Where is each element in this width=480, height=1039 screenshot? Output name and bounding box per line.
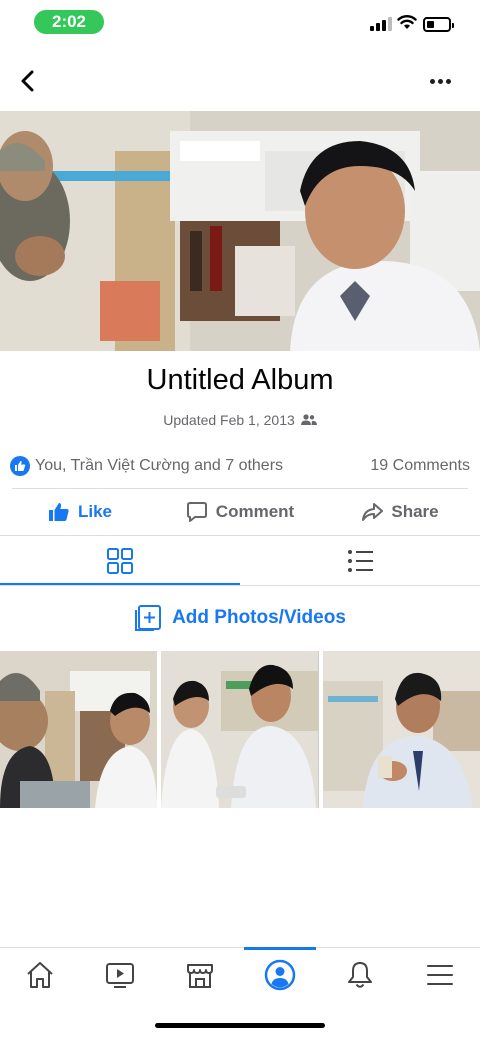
battery-icon xyxy=(423,17,454,32)
navigation-bar xyxy=(0,56,480,106)
cellular-signal-icon xyxy=(370,17,392,31)
like-icon xyxy=(48,503,69,521)
divider xyxy=(0,585,480,586)
comment-icon xyxy=(186,502,207,522)
comments-count[interactable]: 19 Comments xyxy=(370,457,470,475)
status-bar: 2:02 xyxy=(0,0,480,46)
reactions-summary[interactable]: You, Trần Việt Cường and 7 others 19 Com… xyxy=(10,452,470,480)
photo-thumbnail[interactable] xyxy=(161,651,319,808)
like-label: Like xyxy=(77,502,113,521)
like-button[interactable]: Like xyxy=(0,492,160,532)
album-cover-photo[interactable] xyxy=(0,111,480,351)
tab-notifications[interactable] xyxy=(320,948,400,1002)
watch-icon xyxy=(106,963,134,988)
home-indicator xyxy=(155,1023,325,1028)
view-tabs xyxy=(0,536,480,586)
share-label: Share xyxy=(391,502,439,521)
photo-thumbnail[interactable] xyxy=(322,651,480,808)
reactors-text[interactable]: You, Trần Việt Cường and 7 others xyxy=(35,457,283,475)
grid-view-icon xyxy=(107,548,133,574)
back-icon[interactable] xyxy=(16,68,42,94)
tab-home[interactable] xyxy=(0,948,80,1002)
comment-button[interactable]: Comment xyxy=(160,492,320,532)
photo-grid xyxy=(0,651,480,808)
tab-watch[interactable] xyxy=(80,948,160,1002)
comment-label: Comment xyxy=(215,502,295,521)
list-view-icon xyxy=(348,550,373,572)
album-updated-text: Updated Feb 1, 2013 xyxy=(163,412,295,428)
photo-thumbnail[interactable] xyxy=(0,651,158,808)
home-icon xyxy=(27,962,53,988)
profile-icon xyxy=(264,959,296,991)
share-icon xyxy=(362,503,384,521)
tab-grid-view[interactable] xyxy=(0,536,240,586)
status-time: 2:02 xyxy=(34,10,104,34)
share-button[interactable]: Share xyxy=(320,492,480,532)
album-updated-line: Updated Feb 1, 2013 xyxy=(0,412,480,428)
friends-icon xyxy=(300,414,317,425)
tab-profile[interactable] xyxy=(240,947,320,1002)
tab-menu[interactable] xyxy=(400,948,480,1002)
marketplace-icon xyxy=(187,964,213,988)
more-options-icon[interactable] xyxy=(430,72,456,90)
add-photos-videos-button[interactable]: Add Photos/Videos xyxy=(0,602,480,634)
menu-icon xyxy=(427,965,453,985)
album-title: Untitled Album xyxy=(146,364,334,396)
wifi-icon xyxy=(397,15,417,29)
divider xyxy=(12,488,468,489)
action-bar: Like Comment Share xyxy=(0,492,480,532)
like-reaction-icon xyxy=(10,456,30,476)
add-photo-icon xyxy=(135,605,162,631)
tab-marketplace[interactable] xyxy=(160,948,240,1002)
bottom-tab-bar xyxy=(0,947,480,1002)
notifications-icon xyxy=(348,962,372,988)
cover-photo-image xyxy=(0,111,480,351)
add-photos-label: Add Photos/Videos xyxy=(172,607,346,628)
tab-list-view[interactable] xyxy=(240,536,480,586)
